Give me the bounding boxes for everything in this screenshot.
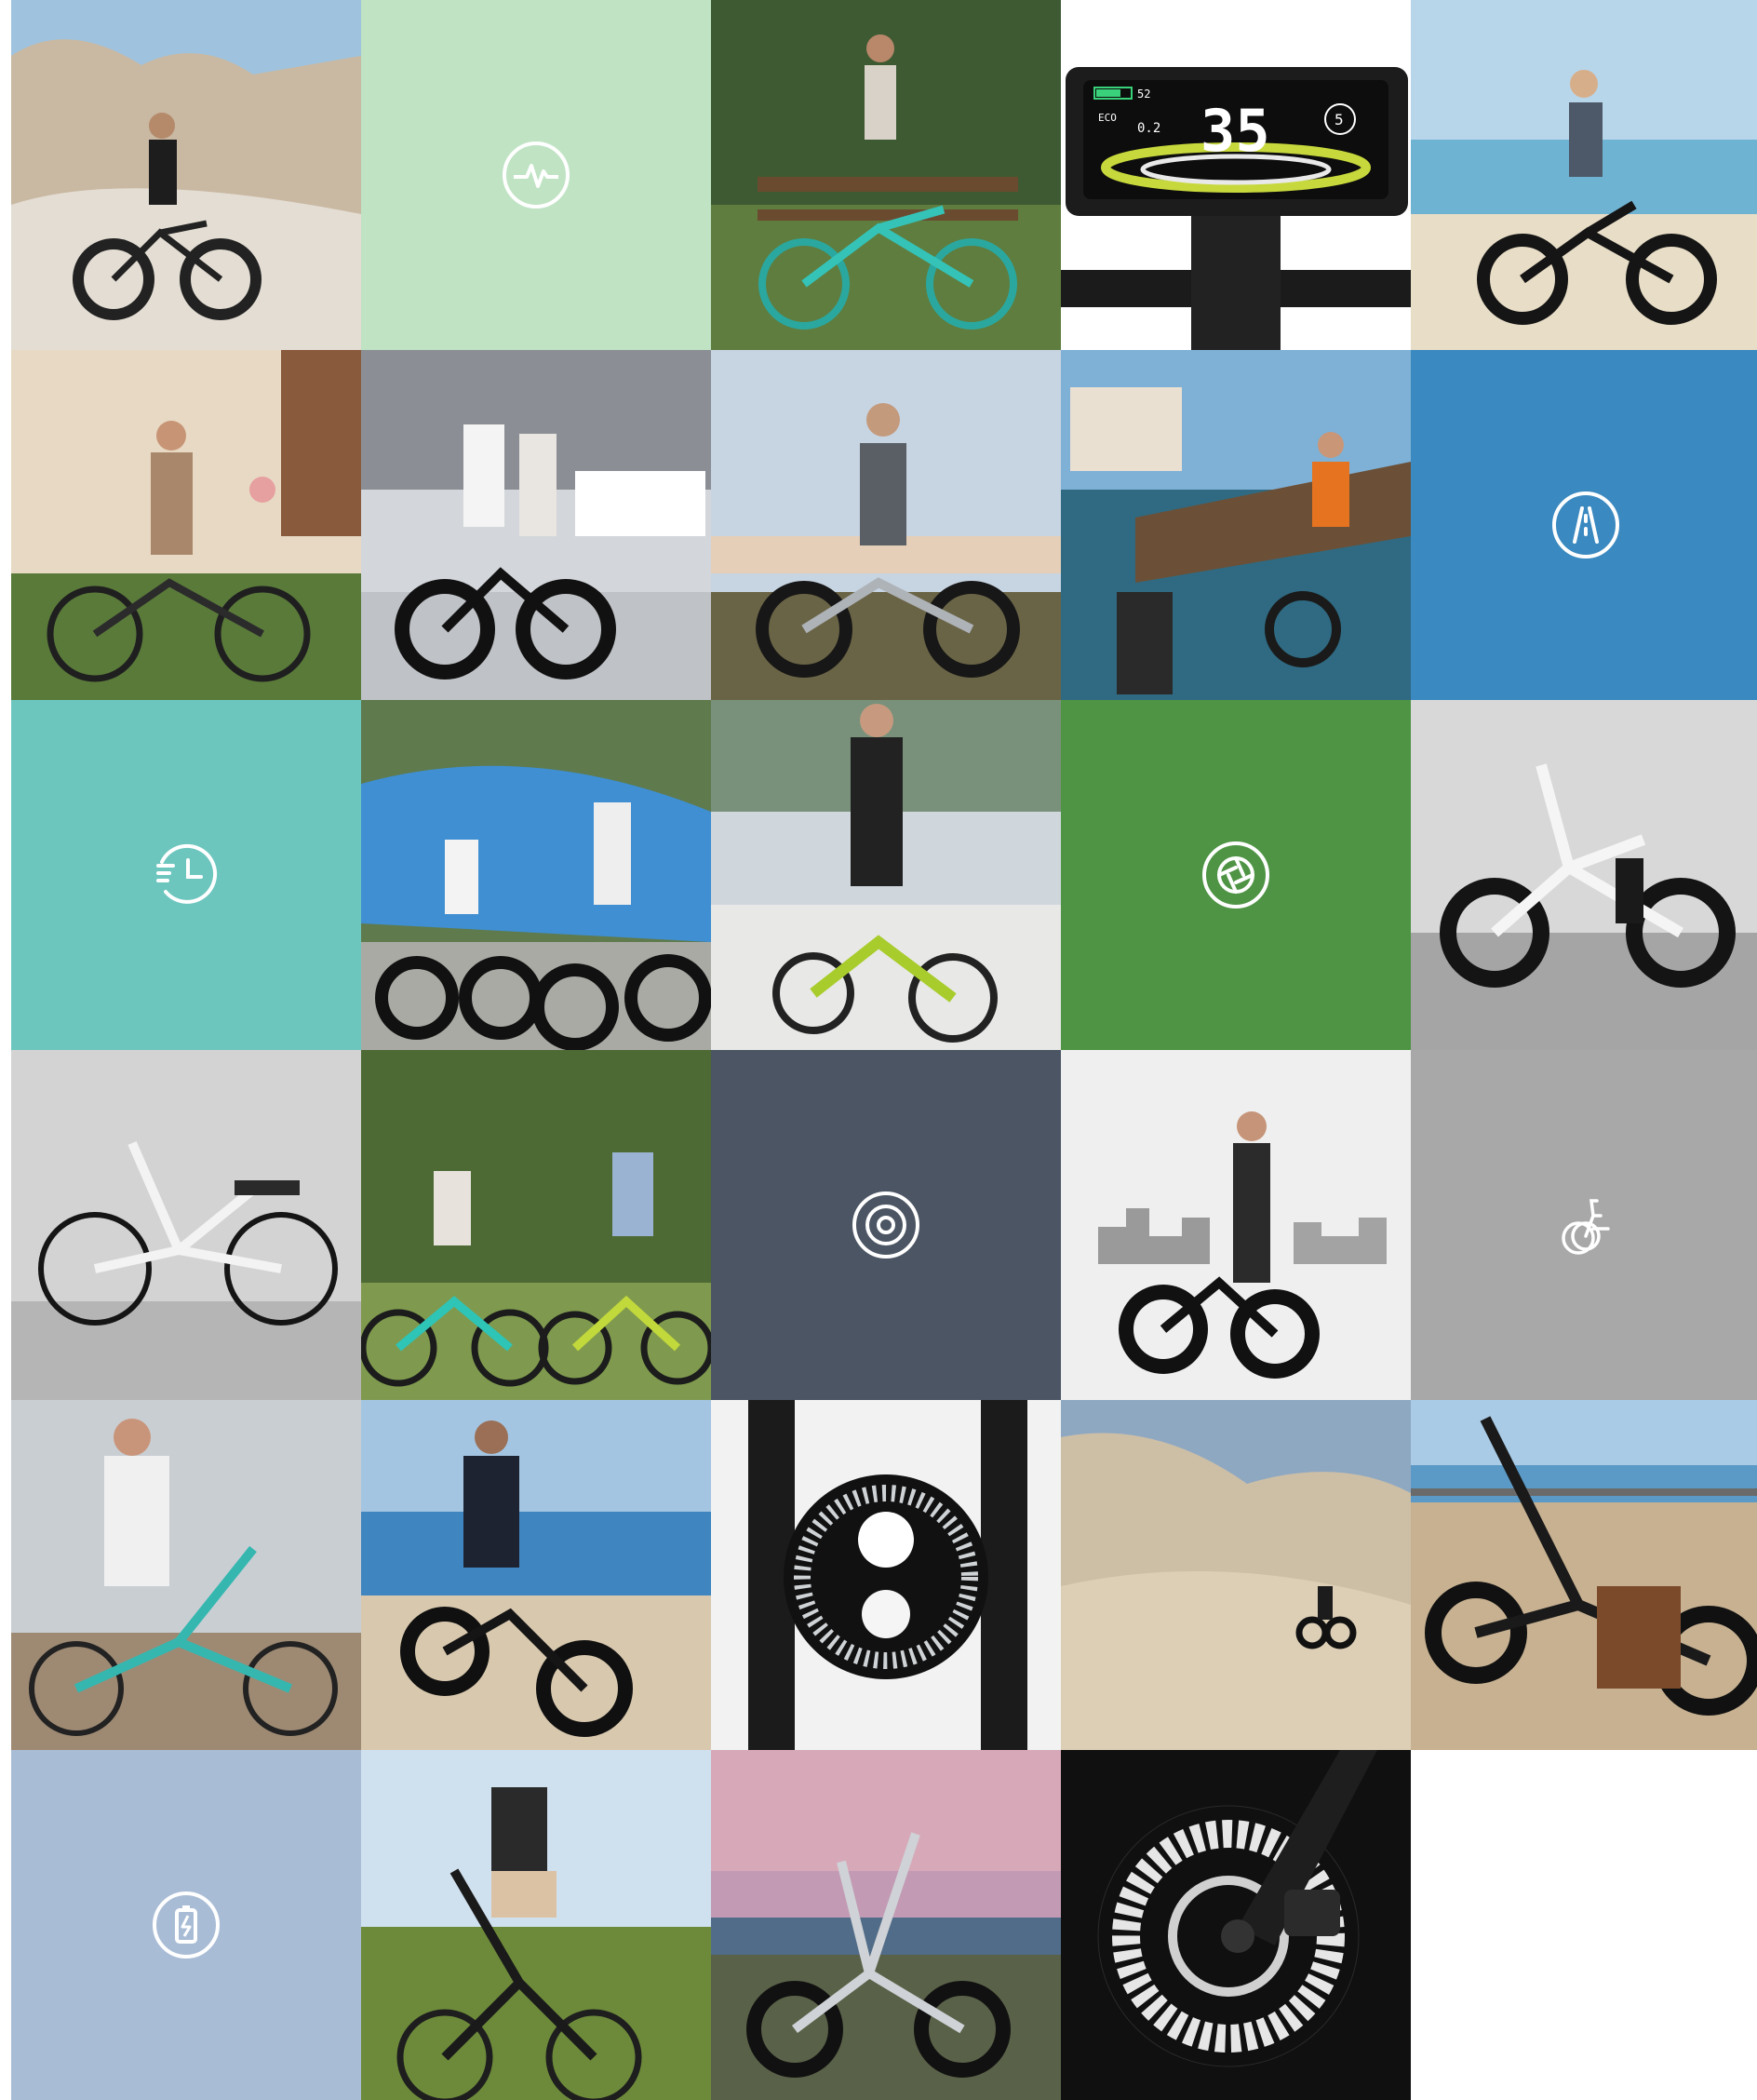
photo-tile-woman-riding-field xyxy=(361,1750,711,2100)
photo-tile-couple-blue-bridge xyxy=(361,700,711,1050)
icon-tile-clock xyxy=(11,700,361,1050)
icon-tile-battery xyxy=(11,1750,361,2100)
photo-tile-man-fatbike-sunset xyxy=(711,350,1061,700)
photo-tile-woman-green-folding-bike xyxy=(711,700,1061,1050)
photo-tile-mother-child-city-bike xyxy=(11,350,361,700)
empty-tile xyxy=(1411,1750,1757,2100)
photo-tile-man-pier-orange-jacket xyxy=(1061,350,1411,700)
icon-tile-pulse xyxy=(361,0,711,350)
aperture-icon xyxy=(1199,838,1273,912)
photo-tile-bike-display: 52 ECO 0.2 35 5 xyxy=(1061,0,1411,350)
photo-tile-woman-fatbike-lake xyxy=(361,1400,711,1750)
battery-level-text: 52 xyxy=(1137,88,1150,101)
photo-tile-white-folding-fatbike-studio xyxy=(1411,700,1757,1050)
icon-tile-road xyxy=(1411,350,1757,700)
assist-level-text: 5 xyxy=(1335,111,1344,128)
photo-tile-rider-desert-rocks xyxy=(11,0,361,350)
photo-tile-woman-phone-teal-bike xyxy=(11,1400,361,1750)
icon-tile-target xyxy=(711,1050,1061,1400)
photo-tile-folding-bike-dusk xyxy=(711,1750,1061,2100)
target-icon xyxy=(849,1188,923,1262)
speed-text: 35 xyxy=(1200,97,1270,165)
photo-tile-woman-fatbike-skyline xyxy=(1061,1050,1411,1400)
icon-tile-folding-bike xyxy=(1411,1050,1757,1400)
photo-tile-woman-bench-teal-bike xyxy=(711,0,1061,350)
photo-tile-woman-beach-fatbike xyxy=(1411,0,1757,350)
battery-charge-icon xyxy=(149,1888,223,1962)
pulse-icon xyxy=(499,138,573,212)
photo-tile-couple-riding-park xyxy=(361,1050,711,1400)
eco-label: ECO xyxy=(1098,112,1117,124)
icon-tile-aperture xyxy=(1061,700,1411,1050)
trip-text: 0.2 xyxy=(1137,121,1160,136)
photo-tile-headlight-closeup xyxy=(711,1400,1061,1750)
clock-reverse-icon xyxy=(149,838,223,912)
photo-tile-black-ebike-seaside-basket xyxy=(1411,1400,1757,1750)
photo-tile-rider-sand-dunes xyxy=(1061,1400,1411,1750)
folding-bike-icon xyxy=(1549,1188,1623,1262)
road-icon xyxy=(1549,488,1623,562)
photo-tile-disc-brake-closeup xyxy=(1061,1750,1411,2100)
photo-tile-white-city-bike-studio xyxy=(11,1050,361,1400)
photo-tile-couple-white-piano xyxy=(361,350,711,700)
photo-grid: 52 ECO 0.2 35 5 xyxy=(11,0,1757,2100)
